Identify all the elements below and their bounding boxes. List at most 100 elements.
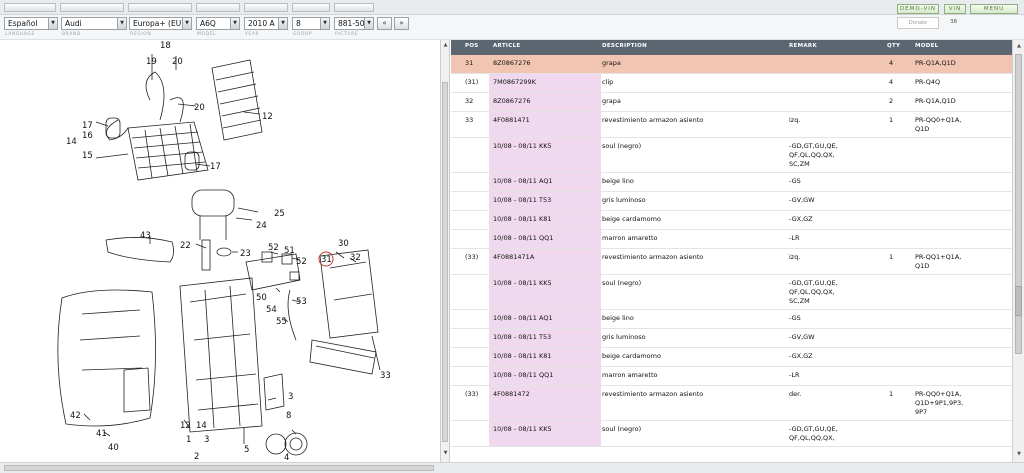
cell-article[interactable]: 4F0881471	[493, 116, 599, 125]
parts-diagram[interactable]: 18 19 20 20 12 17 16 14 15 17 25 24 43 2…	[0, 40, 440, 462]
table-row[interactable]: 10/08 - 08/11 T53 gris luminoso -GV,GW	[451, 329, 1012, 348]
callout-41[interactable]: 41	[96, 429, 107, 439]
callout-42[interactable]: 42	[70, 411, 81, 421]
cell-article[interactable]: 4F0881472	[493, 390, 599, 399]
callout-12[interactable]: 12	[262, 112, 273, 122]
callout-8[interactable]: 8	[286, 411, 291, 421]
callout-16[interactable]: 16	[82, 131, 93, 141]
group-select[interactable]: 8 ▼	[292, 17, 330, 30]
callout-17b[interactable]: 17	[210, 162, 221, 172]
table-row[interactable]: 31 8Z0867276 grapa 4 PR-Q1A,Q1D	[451, 55, 1012, 74]
cell-article[interactable]: 10/08 - 08/11 KK5	[493, 142, 599, 151]
callout-33[interactable]: 33	[380, 371, 391, 381]
model-select[interactable]: A6Q ▼	[196, 17, 240, 30]
callout-3[interactable]: 3	[204, 435, 209, 445]
table-row[interactable]: 10/08 - 08/11 AQ1 beige lino -GS	[451, 173, 1012, 192]
horizontal-scrollbar-thumb[interactable]	[4, 465, 434, 471]
header-remark[interactable]: REMARK	[789, 43, 817, 49]
callout-18[interactable]: 18	[160, 41, 171, 51]
table-row[interactable]: 10/08 - 08/11 KK5 soul (negro) -GD,GT,GU,Q…	[451, 421, 1012, 447]
cell-article[interactable]: 10/08 - 08/11 QQ1	[493, 371, 599, 380]
cell-article[interactable]: 10/08 - 08/11 KK5	[493, 279, 599, 288]
menu-button[interactable]: MENU	[970, 4, 1018, 14]
table-row[interactable]: 10/08 - 08/11 QQ1 marron amaretto -LR	[451, 367, 1012, 386]
cell-article[interactable]: 10/08 - 08/11 T53	[493, 196, 599, 205]
table-row[interactable]: (31) 7M0867299K clip 4 PR-Q4Q	[451, 74, 1012, 93]
table-row[interactable]: 10/08 - 08/11 K81 beige cardamomo -GX,GZ	[451, 211, 1012, 230]
callout-25[interactable]: 25	[274, 209, 285, 219]
table-row[interactable]: 10/08 - 08/11 KK5 soul (negro) -GD,GT,GU,Q…	[451, 138, 1012, 173]
cell-article[interactable]: 8Z0867276	[493, 97, 599, 106]
cell-article[interactable]: 4F0881471A	[493, 253, 599, 262]
callout-3b[interactable]: 3	[288, 392, 293, 402]
picture-select[interactable]: 881-50 ▼	[334, 17, 374, 30]
table-row[interactable]: 10/08 - 08/11 QQ1 marron amaretto -LR	[451, 230, 1012, 249]
callout-20[interactable]: 20	[172, 57, 183, 67]
splitter-thumb[interactable]	[442, 82, 448, 442]
header-qty[interactable]: QTY	[887, 43, 900, 49]
top-tab-3[interactable]	[128, 3, 192, 12]
callout-24[interactable]: 24	[256, 221, 267, 231]
callout-12b[interactable]: 12	[180, 421, 191, 431]
top-tab-4[interactable]	[196, 3, 240, 12]
header-model[interactable]: MODEL	[915, 43, 938, 49]
callout-20b[interactable]: 20	[194, 103, 205, 113]
callout-52[interactable]: 52	[268, 243, 279, 253]
scroll-down-icon[interactable]: ▼	[442, 450, 449, 457]
top-tab-7[interactable]	[334, 3, 374, 12]
year-select[interactable]: 2010 A ▼	[244, 17, 288, 30]
vin-button[interactable]: VIN	[944, 4, 966, 14]
table-scrollbar[interactable]: ▲ ▼	[1012, 40, 1024, 462]
prev-picture-button[interactable]: «	[377, 17, 392, 30]
cell-article[interactable]: 10/08 - 08/11 QQ1	[493, 234, 599, 243]
header-article[interactable]: ARTICLE	[493, 43, 520, 49]
callout-30[interactable]: 30	[338, 239, 349, 249]
cell-article[interactable]: 10/08 - 08/11 K81	[493, 352, 599, 361]
donate-field[interactable]: Donate	[897, 17, 939, 29]
next-picture-button[interactable]: »	[394, 17, 409, 30]
callout-53[interactable]: 53	[296, 297, 307, 307]
callout-43[interactable]: 43	[140, 231, 151, 241]
table-row[interactable]: 10/08 - 08/11 K81 beige cardamomo -GX,GZ	[451, 348, 1012, 367]
callout-14[interactable]: 14	[66, 137, 77, 147]
cell-article[interactable]: 7M0867299K	[493, 78, 599, 87]
header-description[interactable]: DESCRIPTION	[602, 43, 647, 49]
table-row[interactable]: 32 8Z0867276 grapa 2 PR-Q1A,Q1D	[451, 93, 1012, 112]
cell-article[interactable]: 8Z0867276	[493, 59, 599, 68]
callout-1[interactable]: 1	[186, 435, 191, 445]
callout-17[interactable]: 17	[82, 121, 93, 131]
cell-article[interactable]: 10/08 - 08/11 KK5	[493, 425, 599, 434]
demo-vin-button[interactable]: DEMO-VIN	[897, 4, 939, 14]
table-row[interactable]: (33) 4F0881472 revestimiento armazon asien…	[451, 386, 1012, 421]
brand-select[interactable]: Audi ▼	[61, 17, 127, 30]
scroll-down-icon[interactable]: ▼	[1015, 450, 1023, 458]
table-row[interactable]: 10/08 - 08/11 KK5 soul (negro) -GD,GT,GU,Q…	[451, 275, 1012, 310]
callout-19[interactable]: 19	[146, 57, 157, 67]
callout-31[interactable]: 31	[321, 255, 332, 265]
callout-4[interactable]: 4	[284, 453, 289, 462]
callout-32[interactable]: 32	[350, 253, 361, 263]
scroll-up-icon[interactable]: ▲	[1015, 42, 1023, 50]
callout-40[interactable]: 40	[108, 443, 119, 453]
callout-22[interactable]: 22	[180, 241, 191, 251]
horizontal-scrollbar[interactable]	[0, 462, 1024, 473]
callout-14b[interactable]: 14	[196, 421, 207, 431]
top-tab-5[interactable]	[244, 3, 288, 12]
language-select[interactable]: Español ▼	[4, 17, 58, 30]
callout-51[interactable]: 51	[284, 246, 295, 256]
top-tab-1[interactable]	[4, 3, 56, 12]
table-row[interactable]: 33 4F0881471 revestimiento armazon asiento…	[451, 112, 1012, 138]
region-select[interactable]: Europa+ (EU) ▼	[129, 17, 192, 30]
top-tab-6[interactable]	[292, 3, 330, 12]
scrollbar-thumb[interactable]	[1015, 286, 1022, 316]
cell-article[interactable]: 10/08 - 08/11 AQ1	[493, 177, 599, 186]
table-row[interactable]: 10/08 - 08/11 T53 gris luminoso -GV,GW	[451, 192, 1012, 211]
callout-50[interactable]: 50	[256, 293, 267, 303]
callout-5[interactable]: 5	[244, 445, 249, 455]
header-pos[interactable]: POS	[465, 43, 479, 49]
callout-23[interactable]: 23	[240, 249, 251, 259]
callout-55[interactable]: 55	[276, 317, 287, 327]
callout-15[interactable]: 15	[82, 151, 93, 161]
callout-2[interactable]: 2	[194, 452, 199, 462]
table-row[interactable]: 10/08 - 08/11 AQ1 beige lino -GS	[451, 310, 1012, 329]
